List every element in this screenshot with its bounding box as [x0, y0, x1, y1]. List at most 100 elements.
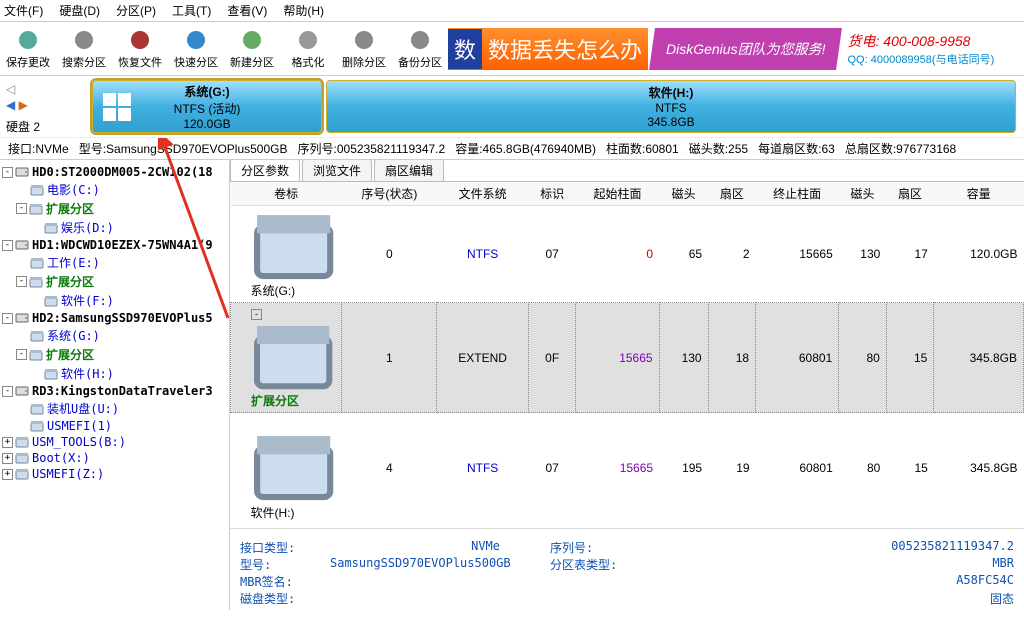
table-row[interactable]: 软件(H:)4NTFS071566519519608018015345.8GB — [231, 413, 1024, 524]
tree-node[interactable]: 电影(C:) — [0, 180, 229, 199]
toolbar-label: 保存更改 — [6, 54, 50, 70]
tree-toggle[interactable]: - — [16, 276, 27, 287]
tree-node[interactable]: 系统(G:) — [0, 326, 229, 345]
prop-key: 磁盘类型: — [240, 590, 330, 607]
partition-box[interactable]: 软件(H:)NTFS345.8GB — [326, 80, 1016, 133]
menu-item[interactable]: 帮助(H) — [283, 2, 324, 19]
table-row[interactable]: 系统(G:)0NTFS0706521566513017120.0GB — [231, 206, 1024, 303]
tree-toggle[interactable]: - — [2, 167, 13, 178]
menu-item[interactable]: 工具(T) — [172, 2, 211, 19]
tree-node[interactable]: -扩展分区 — [0, 345, 229, 364]
col-header[interactable]: 容量 — [934, 182, 1024, 206]
tree-label: USM_TOOLS(B:) — [32, 435, 126, 449]
prop-val: A58FC54C — [330, 573, 1014, 590]
prop-val: SamsungSSD970EVOPlus500GB — [330, 556, 500, 573]
partition-fs: NTFS — [655, 101, 686, 115]
search-button[interactable]: 搜索分区 — [56, 22, 112, 75]
toolbar-label: 格式化 — [292, 54, 325, 70]
tree-node[interactable]: 装机U盘(U:) — [0, 399, 229, 418]
disk-tree[interactable]: -HD0:ST2000DM005-2CW102(18电影(C:) - 扩展分区 娱乐(… — [0, 160, 230, 610]
tab[interactable]: 扇区编辑 — [374, 160, 444, 181]
partition-table[interactable]: 卷标序号(状态)文件系统标识起始柱面磁头扇区终止柱面磁头扇区容量 系统(G:)0… — [230, 182, 1024, 524]
tree-node[interactable]: 软件(H:) — [0, 364, 229, 383]
col-header[interactable]: 文件系统 — [437, 182, 529, 206]
prop-val: 固态 — [330, 590, 1014, 607]
recover-button[interactable]: 恢复文件 — [112, 22, 168, 75]
tree-toggle[interactable]: - — [16, 349, 27, 360]
col-header[interactable]: 扇区 — [886, 182, 934, 206]
col-header[interactable]: 序号(状态) — [342, 182, 437, 206]
tree-label: 电影(C:) — [47, 181, 100, 198]
table-row[interactable]: - 扩展分区1EXTEND0F1566513018608018015345.8G… — [231, 303, 1024, 413]
tree-label: RD3:KingstonDataTraveler3 — [32, 384, 213, 398]
disk-properties: 接口类型:NVMe序列号:005235821119347.2型号:Samsung… — [230, 533, 1024, 610]
tree-label: USMEFI(Z:) — [32, 467, 104, 481]
tree-label: 工作(E:) — [47, 254, 100, 271]
tree-toggle[interactable]: - — [2, 313, 13, 324]
save-button[interactable]: 保存更改 — [0, 22, 56, 75]
tree-node[interactable]: 工作(E:) — [0, 253, 229, 272]
tabs: 分区参数浏览文件扇区编辑 — [230, 160, 1024, 182]
prop-key: MBR签名: — [240, 573, 330, 590]
col-header[interactable]: 卷标 — [231, 182, 342, 206]
tree-node[interactable]: + USMEFI(Z:) — [0, 466, 229, 482]
tree-toggle[interactable]: + — [2, 469, 13, 480]
tree-label: USMEFI(1) — [47, 419, 112, 433]
tree-node[interactable]: - HD2:SamsungSSD970EVOPlus5 — [0, 310, 229, 326]
disk-arrows[interactable]: ◀ ▶ — [6, 98, 28, 112]
new-button[interactable]: 新建分区 — [224, 22, 280, 75]
tree-label: 软件(H:) — [61, 365, 114, 382]
prop-key: 型号: — [240, 556, 330, 573]
partition-box[interactable]: 系统(G:)NTFS (活动)120.0GB — [92, 80, 322, 133]
tree-toggle[interactable]: - — [2, 240, 13, 251]
format-button[interactable]: 格式化 — [280, 22, 336, 75]
prop-val: NVMe — [330, 539, 500, 556]
col-header[interactable]: 扇区 — [708, 182, 756, 206]
tree-toggle[interactable]: + — [2, 437, 13, 448]
menu-bar: 文件(F) 硬盘(D) 分区(P) 工具(T) 查看(V) 帮助(H) — [0, 0, 1024, 22]
promo-text-1: 数据丢失怎么办 — [482, 33, 648, 65]
tree-node[interactable]: +Boot(X:) — [0, 450, 229, 466]
disk-nav: ◁ ◀ ▶ 硬盘 2 — [0, 76, 90, 137]
prop-row: 接口类型:NVMe序列号:005235821119347.2 — [240, 539, 1014, 556]
tree-label: 装机U盘(U:) — [47, 400, 119, 417]
tree-node[interactable]: 软件(F:) — [0, 291, 229, 310]
tree-node[interactable]: -HD0:ST2000DM005-2CW102(18 — [0, 164, 229, 180]
menu-item[interactable]: 分区(P) — [116, 2, 156, 19]
tree-label: HD1:WDCWD10EZEX-75WN4A1(9 — [32, 238, 213, 252]
tree-toggle[interactable]: + — [2, 453, 13, 464]
menu-item[interactable]: 文件(F) — [4, 2, 43, 19]
tab[interactable]: 浏览文件 — [302, 160, 372, 181]
disk-label: 硬盘 2 — [6, 118, 40, 135]
partition-size: 120.0GB — [183, 117, 230, 131]
delete-button[interactable]: 删除分区 — [336, 22, 392, 75]
tree-node[interactable]: - HD1:WDCWD10EZEX-75WN4A1(9 — [0, 237, 229, 253]
quick-button[interactable]: 快速分区 — [168, 22, 224, 75]
col-header[interactable]: 起始柱面 — [576, 182, 659, 206]
prop-row: 型号:SamsungSSD970EVOPlus500GB分区表类型:MBR — [240, 556, 1014, 573]
tab[interactable]: 分区参数 — [230, 160, 300, 181]
col-header[interactable]: 终止柱面 — [756, 182, 839, 206]
tree-node[interactable]: + USM_TOOLS(B:) — [0, 434, 229, 450]
col-header[interactable]: 磁头 — [659, 182, 708, 206]
disk-strip: ◁ ◀ ▶ 硬盘 2 系统(G:)NTFS (活动)120.0GB软件(H:)N… — [0, 76, 1024, 138]
tree-toggle[interactable]: - — [2, 386, 13, 397]
tree-node[interactable]: -扩展分区 — [0, 199, 229, 218]
prev-tiny-icon[interactable]: ◁ — [6, 82, 15, 96]
toolbar: 保存更改搜索分区恢复文件快速分区新建分区格式化删除分区备份分区 数 数据丢失怎么… — [0, 22, 1024, 76]
prop-key: 分区表类型: — [550, 556, 640, 573]
tree-label: 扩展分区 — [46, 273, 94, 290]
tree-node[interactable]: USMEFI(1) — [0, 418, 229, 434]
col-header[interactable]: 磁头 — [839, 182, 887, 206]
tree-toggle[interactable]: - — [16, 203, 27, 214]
backup-button[interactable]: 备份分区 — [392, 22, 448, 75]
partition-title: 系统(G:) — [184, 83, 229, 100]
tree-label: HD2:SamsungSSD970EVOPlus5 — [32, 311, 213, 325]
menu-item[interactable]: 查看(V) — [227, 2, 267, 19]
tree-node[interactable]: 娱乐(D:) — [0, 218, 229, 237]
col-header[interactable]: 标识 — [528, 182, 576, 206]
tree-node[interactable]: - 扩展分区 — [0, 272, 229, 291]
partition-title: 软件(H:) — [649, 84, 694, 101]
menu-item[interactable]: 硬盘(D) — [59, 2, 100, 19]
tree-node[interactable]: - RD3:KingstonDataTraveler3 — [0, 383, 229, 399]
